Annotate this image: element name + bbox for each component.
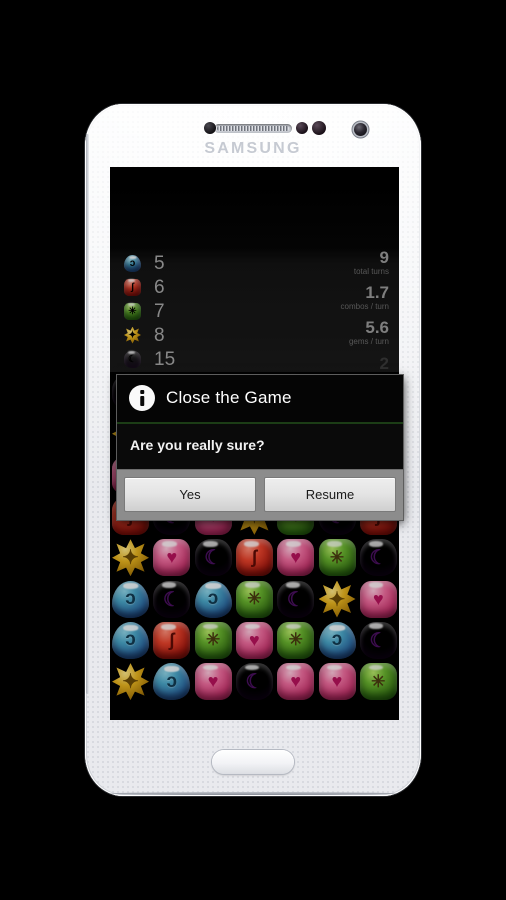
info-icon xyxy=(129,385,155,411)
yes-button[interactable]: Yes xyxy=(124,477,256,512)
earpiece-speaker-icon xyxy=(214,124,292,133)
proximity-sensor-icon xyxy=(204,122,216,134)
resume-button[interactable]: Resume xyxy=(264,477,396,512)
light-sensor-icon xyxy=(296,122,308,134)
home-button[interactable] xyxy=(212,750,294,774)
gesture-sensor-icon xyxy=(312,121,326,135)
dialog-title-bar: Close the Game xyxy=(117,375,403,424)
phone-bottom-rim xyxy=(109,792,397,795)
screenshot-stage: SAMSUNG ɔ 5 ʃ 6 ✳ 7 ✦ 8 ☾ 15 9 total turns 1.7 combo… xyxy=(0,0,506,900)
dialog-message: Are you really sure? xyxy=(130,437,265,453)
dialog-title: Close the Game xyxy=(166,388,292,407)
dialog-body: Are you really sure? xyxy=(117,424,403,469)
dialog-button-bar: Yes Resume xyxy=(117,469,403,520)
front-camera-icon xyxy=(354,123,367,136)
brand-label: SAMSUNG xyxy=(204,140,302,157)
close-game-dialog: Close the Game Are you really sure? Yes R… xyxy=(117,375,403,520)
phone-left-rim xyxy=(86,134,89,694)
